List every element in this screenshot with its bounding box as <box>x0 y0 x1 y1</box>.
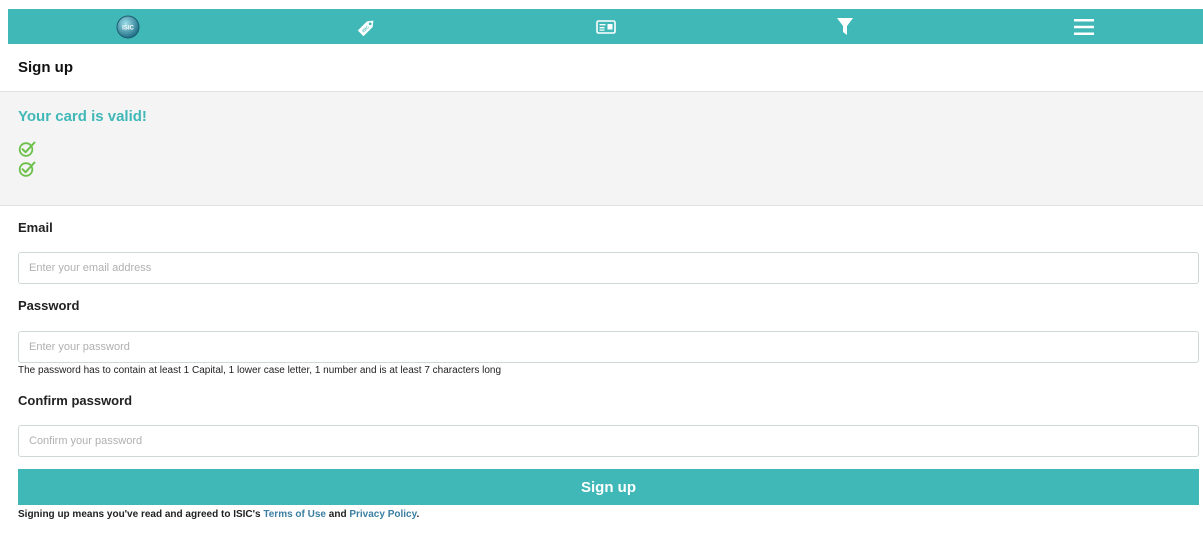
email-field[interactable] <box>18 252 1199 284</box>
filter-icon <box>836 17 853 35</box>
check-icon <box>18 141 36 157</box>
nav-card[interactable] <box>486 9 725 44</box>
password-requirements-hint: The password has to contain at least 1 C… <box>18 365 502 376</box>
top-navigation-bar: ISIC ISIC <box>8 9 1203 44</box>
card-valid-message: Your card is valid! <box>18 108 147 125</box>
nav-home[interactable]: ISIC <box>8 9 247 44</box>
discount-tag-icon: ISIC <box>357 20 373 36</box>
id-card-icon <box>595 19 616 34</box>
terms-of-use-link[interactable]: Terms of Use <box>263 509 326 520</box>
password-field[interactable] <box>18 331 1199 363</box>
terms-notice: Signing up means you've read and agreed … <box>18 509 419 520</box>
nav-filter[interactable] <box>725 9 964 44</box>
terms-suffix: . <box>416 509 420 520</box>
card-validation-panel: Your card is valid! <box>0 92 1203 206</box>
page-title: Sign up <box>18 59 73 76</box>
password-label: Password <box>18 298 80 313</box>
globe-logo-icon: ISIC <box>116 15 139 38</box>
terms-and: and <box>328 509 347 520</box>
confirm-password-label: Confirm password <box>18 393 133 408</box>
logo-text: ISIC <box>122 25 134 31</box>
nav-discounts[interactable]: ISIC <box>247 9 486 44</box>
menu-icon <box>1073 18 1094 35</box>
sign-up-button[interactable]: Sign up <box>18 469 1199 505</box>
privacy-policy-link[interactable]: Privacy Policy <box>349 509 416 520</box>
page-header: Sign up <box>0 45 1203 92</box>
confirm-password-field[interactable] <box>18 425 1199 457</box>
check-icon <box>18 161 36 177</box>
nav-menu[interactable] <box>964 9 1203 44</box>
email-label: Email <box>18 220 53 235</box>
terms-prefix: Signing up means you've read and agreed … <box>18 509 261 520</box>
